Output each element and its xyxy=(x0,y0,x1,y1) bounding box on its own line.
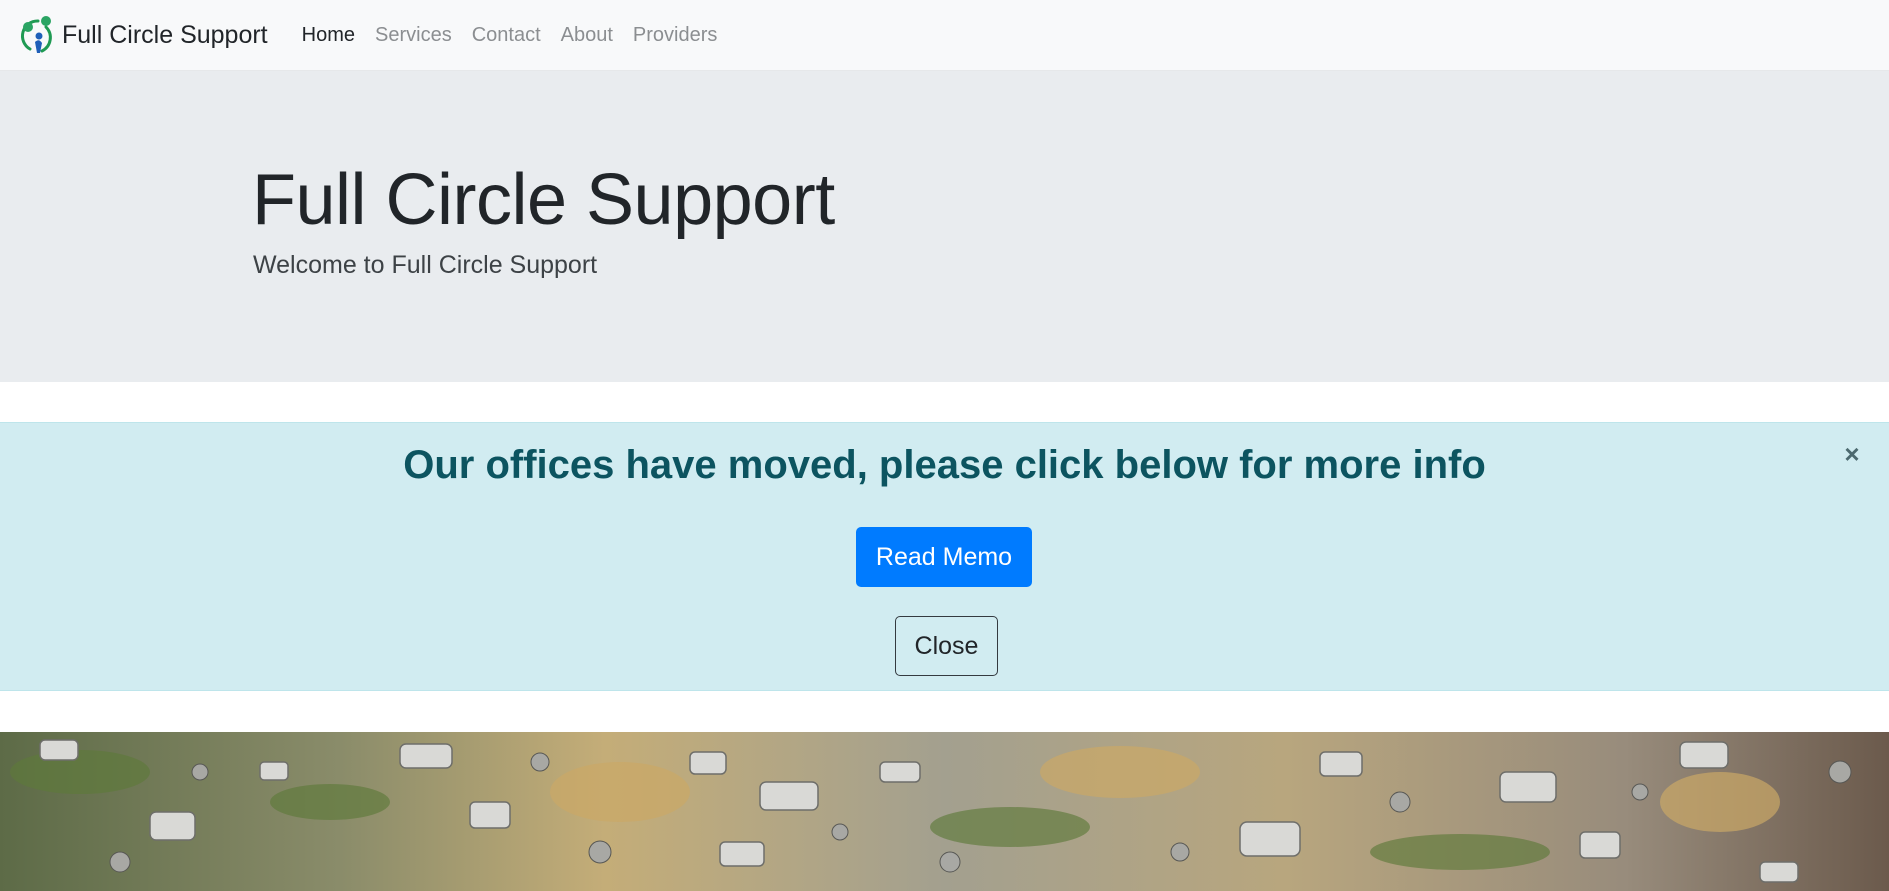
nav-services[interactable]: Services xyxy=(365,16,462,55)
brand-link[interactable]: Full Circle Support xyxy=(18,15,268,55)
alert-heading: Our offices have moved, please click bel… xyxy=(403,443,1486,487)
nav-about[interactable]: About xyxy=(551,16,623,55)
close-icon[interactable]: × xyxy=(1837,439,1867,469)
nav-links: Home Services Contact About Providers xyxy=(292,16,728,55)
office-moved-alert: Our offices have moved, please click bel… xyxy=(0,422,1889,691)
rocky-hillside-image xyxy=(0,732,1889,891)
read-memo-button[interactable]: Read Memo xyxy=(856,527,1032,587)
nav-home[interactable]: Home xyxy=(292,16,365,55)
navbar: Full Circle Support Home Services Contac… xyxy=(0,0,1889,71)
welcome-lead: Welcome to Full Circle Support xyxy=(253,251,598,279)
jumbotron: Full Circle Support Welcome to Full Circ… xyxy=(0,71,1889,382)
hero-landscape-image xyxy=(0,732,1889,891)
page-title: Full Circle Support xyxy=(252,160,835,240)
people-circle-logo-icon xyxy=(20,16,52,53)
close-button[interactable]: Close xyxy=(895,616,998,676)
nav-contact[interactable]: Contact xyxy=(462,16,551,55)
brand-name: Full Circle Support xyxy=(62,20,268,49)
nav-providers[interactable]: Providers xyxy=(623,16,727,55)
